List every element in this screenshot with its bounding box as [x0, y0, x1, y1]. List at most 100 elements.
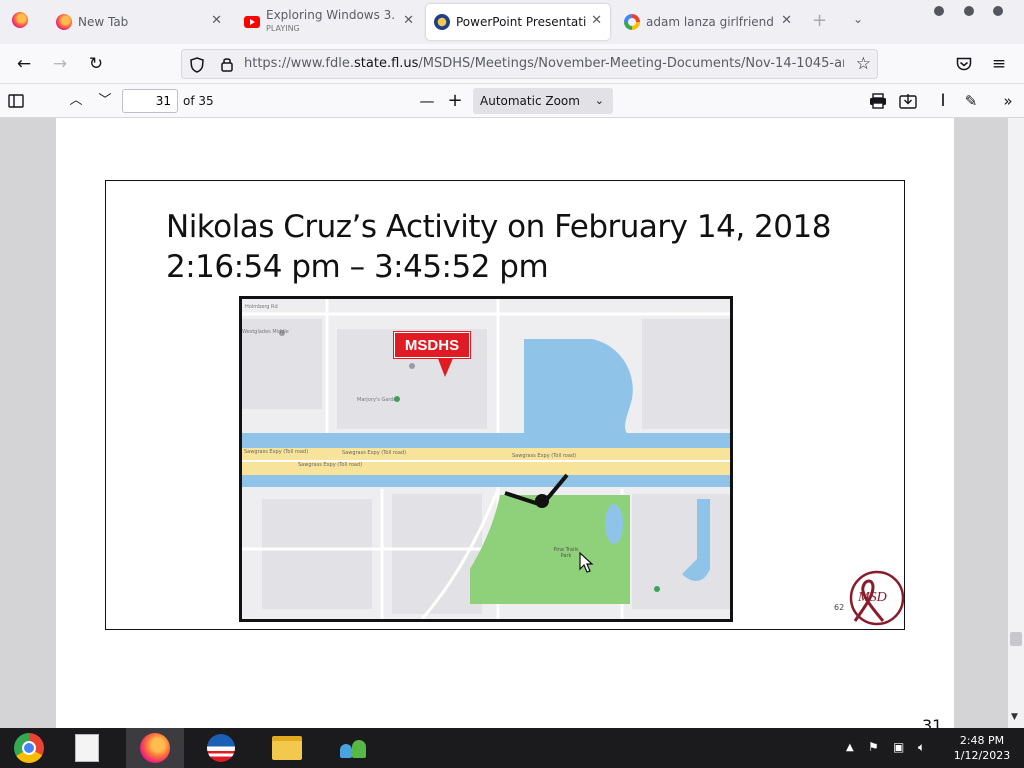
firefox-icon [56, 14, 72, 30]
map-road-label: Sawgrass Expy (Toll road) [298, 462, 363, 468]
url-domain: state.fl.us [354, 56, 419, 71]
close-tab-icon[interactable]: ✕ [403, 13, 414, 28]
slide-title-line2: 2:16:54 pm – 3:45:52 pm [166, 249, 549, 285]
lock-icon[interactable] [220, 56, 234, 72]
park-pond [605, 504, 623, 544]
msdhs-callout: MSDHS [394, 332, 470, 358]
page-total-label: of 35 [183, 94, 214, 108]
network-status-icon[interactable]: ▣ [893, 740, 904, 754]
scrollbar-thumb[interactable] [1010, 632, 1022, 646]
chrome-icon [14, 733, 44, 763]
taskbar-notepad-button[interactable] [58, 728, 116, 768]
action-center-flag-icon[interactable]: ⚑ [868, 740, 879, 754]
map-park-label: Pine Trails Park [553, 547, 579, 559]
close-tab-icon[interactable]: ✕ [591, 13, 602, 28]
map-place-label: Marjory's Garden [357, 397, 400, 403]
zoom-value: Automatic Zoom [480, 94, 580, 108]
clock-time: 2:48 PM [959, 734, 1005, 747]
show-hidden-icons-chevron[interactable]: ▲ [846, 742, 854, 753]
window-maximize-button[interactable] [964, 6, 974, 16]
tab-title: Exploring Windows 3.1 Ba [266, 9, 396, 22]
route-marker [535, 494, 549, 508]
more-tools-chevron-icon[interactable]: » [997, 90, 1019, 112]
taskbar-file-explorer-button[interactable] [258, 728, 316, 768]
text-editor-cursor-icon[interactable]: I [932, 90, 954, 112]
map-road-label: Holmberg Rd [245, 304, 278, 310]
previous-page-chevron-up-icon[interactable]: ︿ [65, 90, 87, 112]
new-tab-plus-icon[interactable]: + [812, 10, 827, 31]
download-icon[interactable] [899, 93, 917, 109]
vertical-scrollbar[interactable]: ▼ [1008, 118, 1024, 728]
pocket-icon[interactable] [956, 57, 972, 71]
window-close-button[interactable] [993, 6, 1003, 16]
map-road-label: Sawgrass Expy (Toll road) [244, 449, 309, 455]
page-footer-number: 31 [922, 716, 943, 728]
taskbar-firefox-button[interactable] [126, 728, 184, 768]
fdle-seal-icon [434, 14, 450, 30]
hamburger-menu-icon[interactable]: ≡ [988, 53, 1010, 75]
url-bar[interactable]: https://www.fdle.state.fl.us/MSDHS/Meeti… [181, 49, 878, 79]
firefox-icon [140, 733, 170, 763]
slide: Nikolas Cruz’s Activity on February 14, … [105, 180, 905, 630]
tab-title: adam lanza girlfriend - Go [646, 15, 776, 29]
clock-date: 1/12/2023 [953, 749, 1011, 762]
firefox-menu-icon[interactable] [12, 12, 28, 28]
document-icon [75, 734, 99, 762]
tab-strip: New Tab ✕ Exploring Windows 3.1 Ba PLAYI… [0, 0, 1024, 44]
back-arrow-icon[interactable]: ← [13, 53, 35, 75]
url-text: https://www.fdle.state.fl.us/MSDHS/Meeti… [244, 56, 844, 71]
map-image: Holmberg Rd Westglades Middle Marjory's … [239, 296, 733, 622]
next-page-chevron-down-icon[interactable]: ﹀ [94, 90, 116, 112]
windows-taskbar: ▲ ⚑ ▣ 🔈︎ 2:48 PM 1/12/2023 [0, 728, 1024, 768]
tab-youtube[interactable]: Exploring Windows 3.1 Ba PLAYING ✕ [236, 4, 422, 40]
close-tab-icon[interactable]: ✕ [781, 13, 792, 28]
msd-logo-text: MSD [858, 590, 887, 605]
tab-google[interactable]: adam lanza girlfriend - Go ✕ [616, 4, 800, 40]
sidebar-toggle-icon[interactable] [8, 94, 24, 108]
pdf-page: Nikolas Cruz’s Activity on February 14, … [56, 118, 954, 728]
slide-title: Nikolas Cruz’s Activity on February 14, … [166, 207, 831, 287]
tab-title: New Tab [78, 15, 129, 29]
scroll-down-arrow-icon[interactable]: ▼ [1011, 712, 1018, 722]
taskbar-clock[interactable]: 2:48 PM 1/12/2023 [944, 733, 1020, 763]
tab-playing-label: PLAYING [266, 24, 300, 33]
tab-new-tab[interactable]: New Tab ✕ [48, 4, 230, 40]
slide-title-line1: Nikolas Cruz’s Activity on February 14, … [166, 209, 831, 245]
google-icon [624, 14, 640, 30]
page-number-input[interactable]: 31 [122, 89, 178, 113]
zoom-in-plus-icon[interactable]: + [444, 90, 466, 112]
list-all-tabs-chevron-icon[interactable]: ⌄ [853, 12, 863, 26]
tracking-protection-shield-icon[interactable] [190, 57, 204, 73]
slide-number: 62 [834, 603, 845, 612]
close-tab-icon[interactable]: ✕ [211, 13, 222, 28]
taskbar-obama-logo-button[interactable] [192, 728, 250, 768]
zoom-out-minus-icon[interactable]: — [416, 90, 438, 112]
tab-powerpoint[interactable]: PowerPoint Presentation ✕ [426, 4, 610, 40]
map-place-label: Westglades Middle [242, 329, 289, 335]
map-road-label: Sawgrass Expy (Toll road) [512, 453, 577, 459]
network-people-icon [338, 736, 368, 760]
folder-icon [272, 736, 302, 760]
reload-icon[interactable]: ↻ [85, 53, 107, 75]
url-path: /MSDHS/Meetings/November-Meeting-Documen… [418, 56, 844, 71]
obama-logo-icon [207, 734, 235, 762]
map-pin [409, 363, 415, 369]
pdf-toolbar: ︿ ﹀ 31 of 35 — + Automatic Zoom ⌄ I ✎ » [0, 84, 1024, 118]
bookmark-star-icon[interactable]: ☆ [856, 54, 871, 74]
url-prefix: https://www.fdle. [244, 56, 355, 71]
print-icon[interactable] [869, 93, 887, 109]
forward-arrow-icon[interactable]: → [49, 53, 71, 75]
volume-speaker-icon[interactable]: 🔈︎ [918, 740, 925, 755]
window-minimize-button[interactable] [934, 6, 944, 16]
zoom-select[interactable]: Automatic Zoom ⌄ [473, 88, 613, 114]
taskbar-chrome-button[interactable] [0, 728, 58, 768]
pdf-viewer[interactable]: Nikolas Cruz’s Activity on February 14, … [0, 118, 1024, 728]
draw-pen-icon[interactable]: ✎ [960, 90, 982, 112]
youtube-icon [244, 16, 260, 28]
navigation-bar: ← → ↻ https://www.fdle.state.fl.us/MSDHS… [0, 44, 1024, 84]
map-road-label: Sawgrass Expy (Toll road) [342, 450, 407, 456]
taskbar-network-button[interactable] [324, 728, 382, 768]
canal-north [242, 433, 730, 449]
tab-title: PowerPoint Presentation [456, 15, 586, 29]
chevron-down-icon: ⌄ [594, 94, 604, 107]
